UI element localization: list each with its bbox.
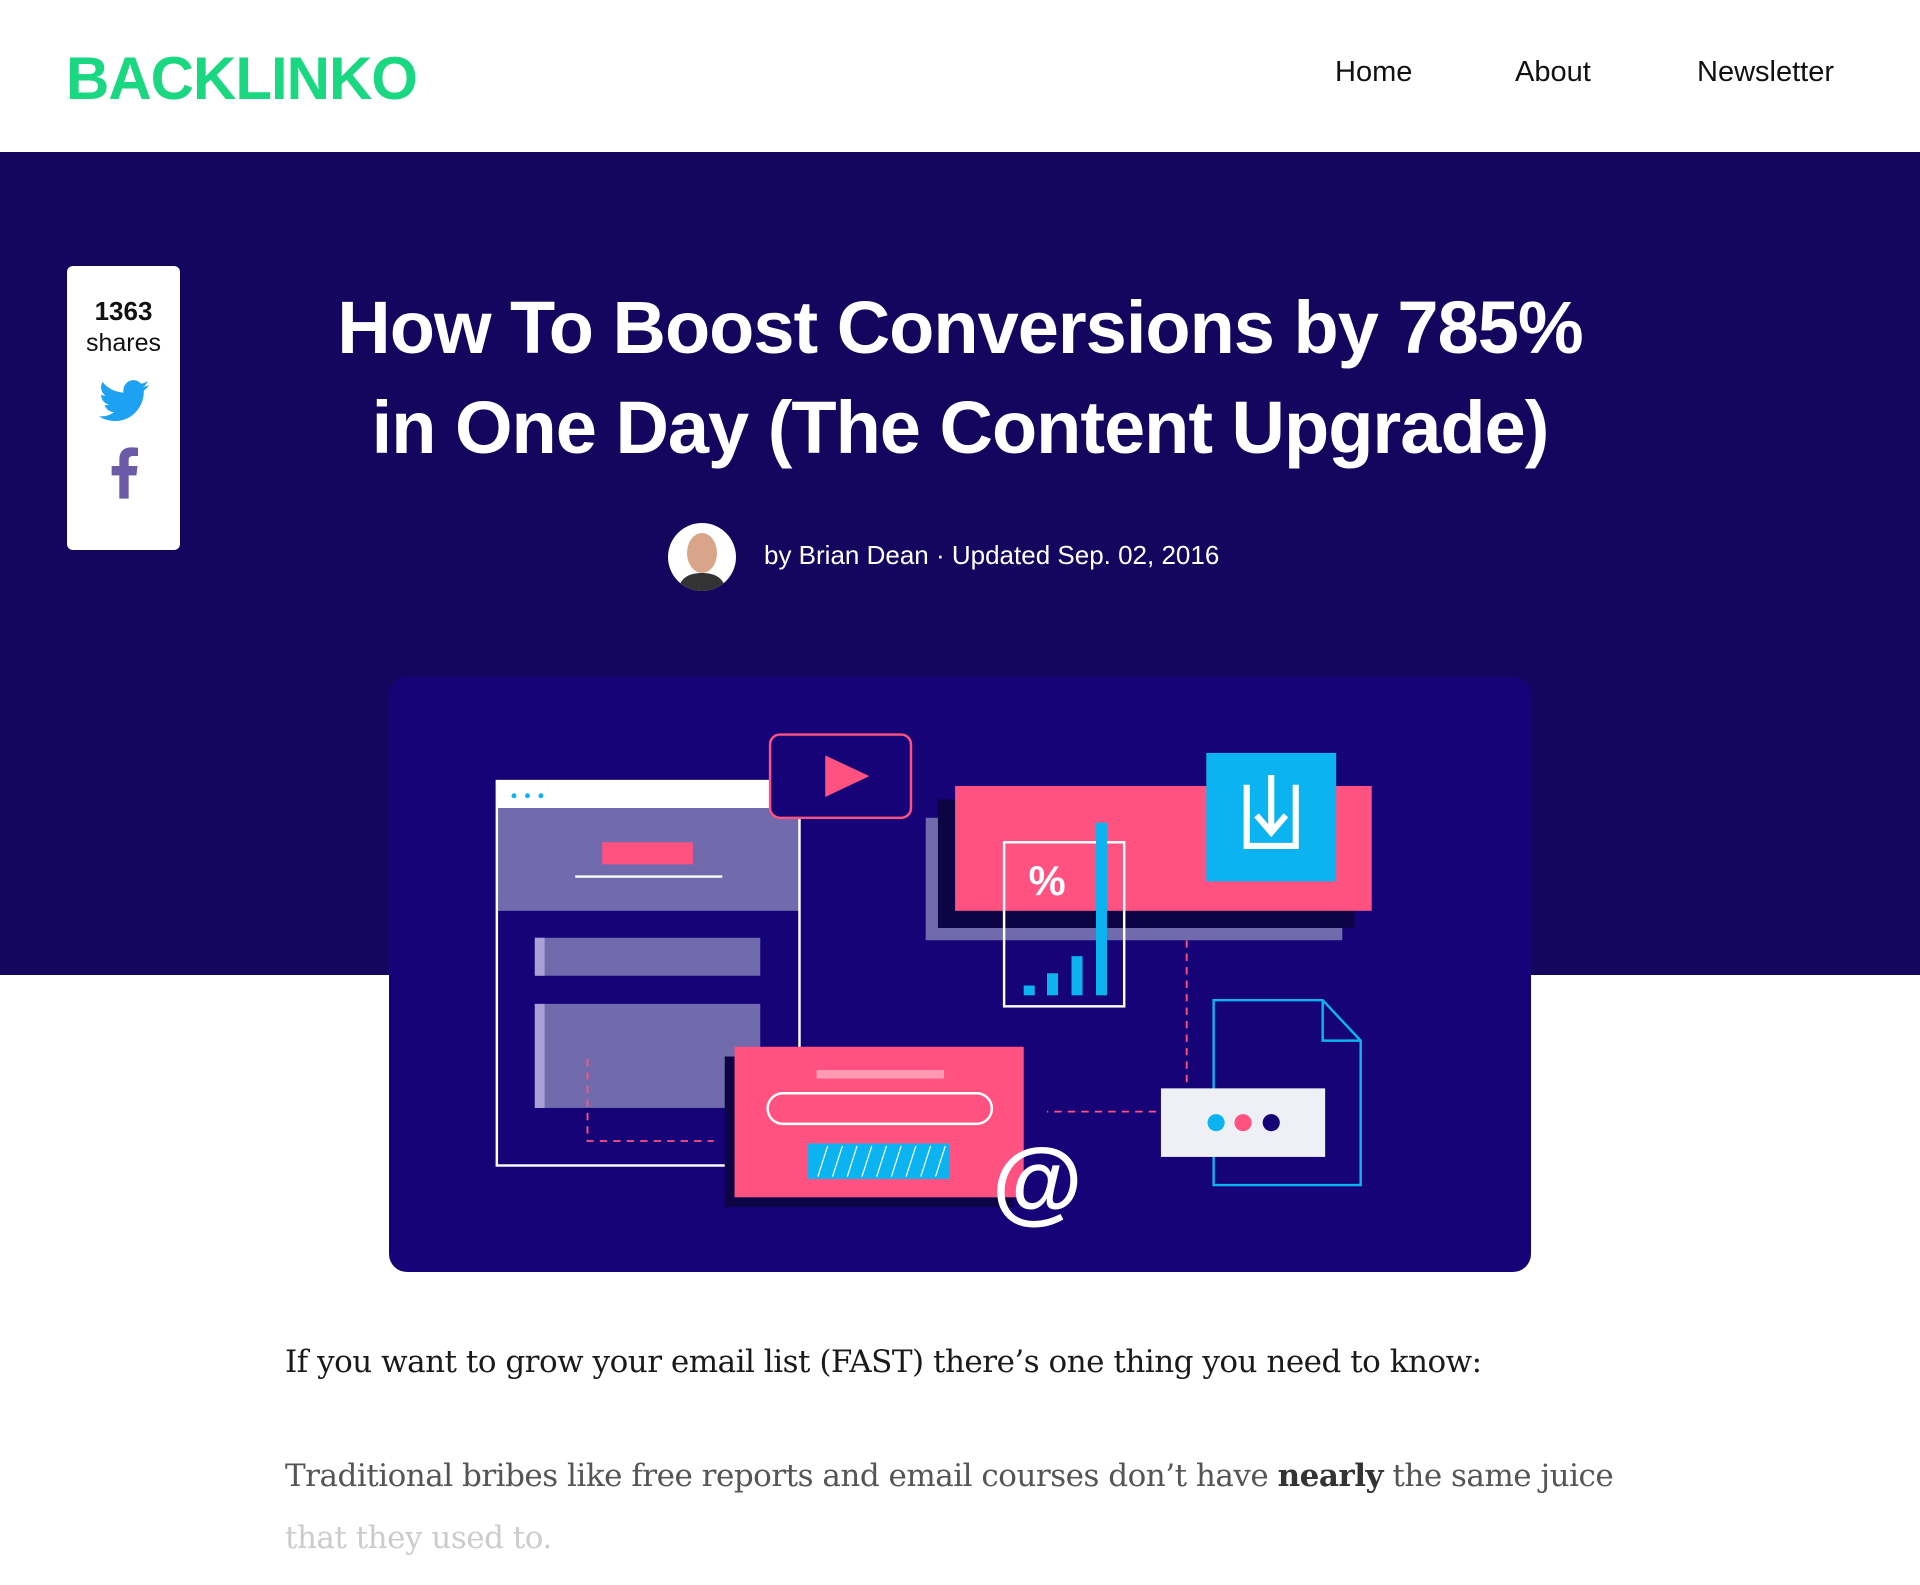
title-line-2: in One Day (The Content Upgrade) — [371, 386, 1550, 469]
para2-bold: nearly — [1277, 1458, 1384, 1494]
share-count: 1363 — [94, 296, 153, 326]
share-box: 1363 shares — [67, 266, 180, 550]
email-form-graphic — [724, 1046, 1024, 1208]
twitter-icon[interactable] — [67, 380, 180, 427]
at-icon: @ — [992, 1129, 1083, 1233]
nav-newsletter[interactable]: Newsletter — [1697, 56, 1834, 89]
byline: by Brian Dean · Updated Sep. 02, 2016 — [764, 540, 1220, 570]
logo-text: BACKLINKO — [66, 45, 418, 112]
nav-about[interactable]: About — [1515, 56, 1591, 89]
hero-illustration: % @ — [389, 677, 1531, 1272]
play-icon — [768, 733, 913, 820]
title-line-1: How To Boost Conversions by 785% — [337, 286, 1583, 369]
download-icon — [1206, 752, 1337, 882]
para2-text-b: the same juice — [1383, 1458, 1614, 1494]
document-icon — [1160, 998, 1362, 1187]
share-label: shares — [85, 329, 162, 357]
second-paragraph: Traditional bribes like free reports and… — [285, 1445, 1625, 1569]
backlinko-logo[interactable]: BACKLINKO — [66, 44, 418, 113]
intro-paragraph: If you want to grow your email list (FAS… — [285, 1344, 1482, 1380]
para2-text-c: that they used to. — [285, 1520, 552, 1556]
facebook-icon[interactable] — [67, 447, 180, 504]
site-header: BACKLINKO Home About Newsletter — [0, 0, 1920, 152]
para2-text-a: Traditional bribes like free reports and… — [285, 1458, 1278, 1494]
nav-home[interactable]: Home — [1335, 56, 1412, 89]
author-avatar[interactable] — [668, 523, 736, 591]
article-title: How To Boost Conversions by 785% in One … — [250, 278, 1670, 478]
percent-text: % — [1029, 857, 1066, 904]
